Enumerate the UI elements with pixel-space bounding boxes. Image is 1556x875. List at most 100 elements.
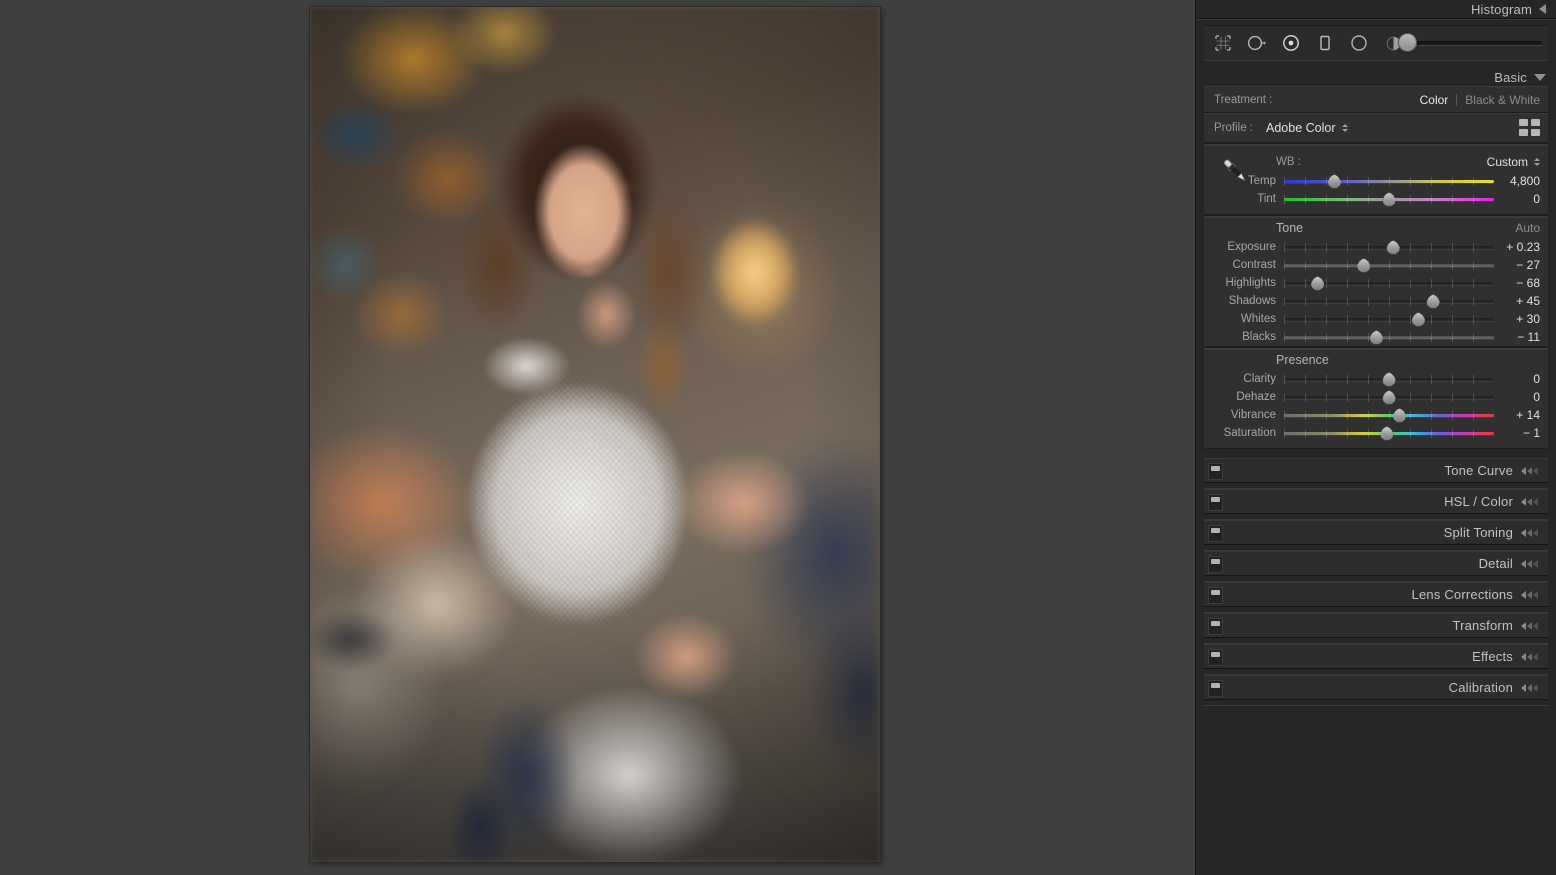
panel-enable-switch[interactable] [1208,680,1223,697]
slider-handle[interactable] [1327,174,1342,189]
slider-row-vibrance[interactable]: Vibrance + 14 [1204,406,1548,424]
profile-value[interactable]: Adobe Color [1266,121,1336,135]
brush-amount-handle[interactable] [1398,34,1416,51]
slider-track[interactable] [1284,264,1494,267]
slider-row-tint[interactable]: Tint 0 [1204,190,1548,208]
slider-track[interactable] [1284,318,1494,321]
triangle-left-icon[interactable] [1539,4,1546,14]
panel-enable-switch[interactable] [1208,556,1223,573]
treatment-option-black-and-white[interactable]: Black & White [1465,93,1540,107]
collapsed-panel-tone-curve[interactable]: Tone Curve [1204,458,1548,482]
photo-preview[interactable] [310,7,880,862]
wb-chevron-updown-icon[interactable] [1534,158,1540,166]
slider-value[interactable]: 0 [1494,192,1540,206]
slider-track-area[interactable] [1284,310,1494,328]
slider-handle[interactable] [1426,294,1441,309]
slider-value[interactable]: + 45 [1494,294,1540,308]
red-eye-correction-tool[interactable] [1278,30,1304,56]
slider-track-area[interactable] [1284,256,1494,274]
slider-row-temp[interactable]: Temp 4,800 [1204,172,1548,190]
slider-value[interactable]: 4,800 [1494,174,1540,188]
slider-track[interactable] [1284,414,1494,417]
graduated-filter-tool[interactable] [1312,30,1338,56]
slider-value[interactable]: − 11 [1494,330,1540,344]
slider-value[interactable]: + 14 [1494,408,1540,422]
grid-2x2-icon[interactable] [1519,119,1540,136]
slider-handle[interactable] [1382,390,1397,405]
slider-row-exposure[interactable]: Exposure + 0.23 [1204,238,1548,256]
slider-row-whites[interactable]: Whites + 30 [1204,310,1548,328]
triangle-left-collapse-icon[interactable] [1521,528,1538,537]
slider-track-area[interactable] [1284,424,1494,442]
slider-value[interactable]: 0 [1494,390,1540,404]
panel-enable-switch[interactable] [1208,494,1223,511]
triangle-left-collapse-icon[interactable] [1521,652,1538,661]
histogram-panel-header[interactable]: Histogram [1196,0,1556,18]
slider-track-area[interactable] [1284,388,1494,406]
collapsed-panel-hsl-color[interactable]: HSL / Color [1204,489,1548,513]
slider-handle[interactable] [1382,192,1397,207]
slider-value[interactable]: + 30 [1494,312,1540,326]
chevron-updown-icon[interactable] [1341,123,1348,132]
slider-track-area[interactable] [1284,238,1494,256]
slider-track-area[interactable] [1284,406,1494,424]
slider-handle[interactable] [1392,408,1407,423]
triangle-left-collapse-icon[interactable] [1521,559,1538,568]
adjustment-brush-tool[interactable] [1380,30,1542,56]
radial-filter-tool[interactable] [1346,30,1372,56]
slider-handle[interactable] [1382,372,1397,387]
brush-amount-slider[interactable] [1398,34,1542,51]
slider-value[interactable]: − 27 [1494,258,1540,272]
develop-tool-strip[interactable] [1204,25,1548,61]
slider-handle[interactable] [1356,258,1371,273]
slider-handle[interactable] [1386,240,1401,255]
slider-track-area[interactable] [1284,328,1494,346]
treatment-option-color[interactable]: Color [1420,93,1449,107]
crop-overlay-tool[interactable] [1210,30,1236,56]
slider-row-highlights[interactable]: Highlights − 68 [1204,274,1548,292]
slider-row-dehaze[interactable]: Dehaze 0 [1204,388,1548,406]
collapsed-panel-calibration[interactable]: Calibration [1204,675,1548,699]
slider-handle[interactable] [1379,426,1394,441]
slider-track-area[interactable] [1284,292,1494,310]
basic-panel-header[interactable]: Basic [1196,68,1556,86]
slider-track-area[interactable] [1284,370,1494,388]
panel-enable-switch[interactable] [1208,525,1223,542]
slider-row-shadows[interactable]: Shadows + 45 [1204,292,1548,310]
slider-value[interactable]: − 1 [1494,426,1540,440]
treatment-options[interactable]: Color Black & White [1420,93,1540,107]
wb-value[interactable]: Custom [1487,155,1528,169]
slider-track[interactable] [1284,300,1494,303]
slider-value[interactable]: 0 [1494,372,1540,386]
slider-handle[interactable] [1369,330,1384,345]
triangle-left-collapse-icon[interactable] [1521,466,1538,475]
triangle-left-collapse-icon[interactable] [1521,621,1538,630]
panel-enable-switch[interactable] [1208,463,1223,480]
slider-handle[interactable] [1310,276,1325,291]
collapsed-panel-effects[interactable]: Effects [1204,644,1548,668]
slider-track-area[interactable] [1284,172,1494,190]
image-viewport[interactable] [0,0,1196,875]
slider-track[interactable] [1284,336,1494,339]
triangle-left-collapse-icon[interactable] [1521,497,1538,506]
slider-value[interactable]: − 68 [1494,276,1540,290]
triangle-down-icon[interactable] [1534,73,1546,81]
spot-removal-tool[interactable] [1244,30,1270,56]
panel-enable-switch[interactable] [1208,587,1223,604]
slider-handle[interactable] [1411,312,1426,327]
tone-auto-button[interactable]: Auto [1515,221,1540,235]
collapsed-panel-transform[interactable]: Transform [1204,613,1548,637]
slider-row-contrast[interactable]: Contrast − 27 [1204,256,1548,274]
slider-track-area[interactable] [1284,274,1494,292]
slider-track-area[interactable] [1284,190,1494,208]
panel-enable-switch[interactable] [1208,618,1223,635]
collapsed-panel-split-toning[interactable]: Split Toning [1204,520,1548,544]
slider-row-saturation[interactable]: Saturation − 1 [1204,424,1548,442]
slider-row-clarity[interactable]: Clarity 0 [1204,370,1548,388]
slider-row-blacks[interactable]: Blacks − 11 [1204,328,1548,346]
slider-value[interactable]: + 0.23 [1494,240,1540,254]
eyedropper-icon[interactable] [1216,152,1254,190]
triangle-left-collapse-icon[interactable] [1521,683,1538,692]
collapsed-panel-detail[interactable]: Detail [1204,551,1548,575]
collapsed-panel-lens-corrections[interactable]: Lens Corrections [1204,582,1548,606]
